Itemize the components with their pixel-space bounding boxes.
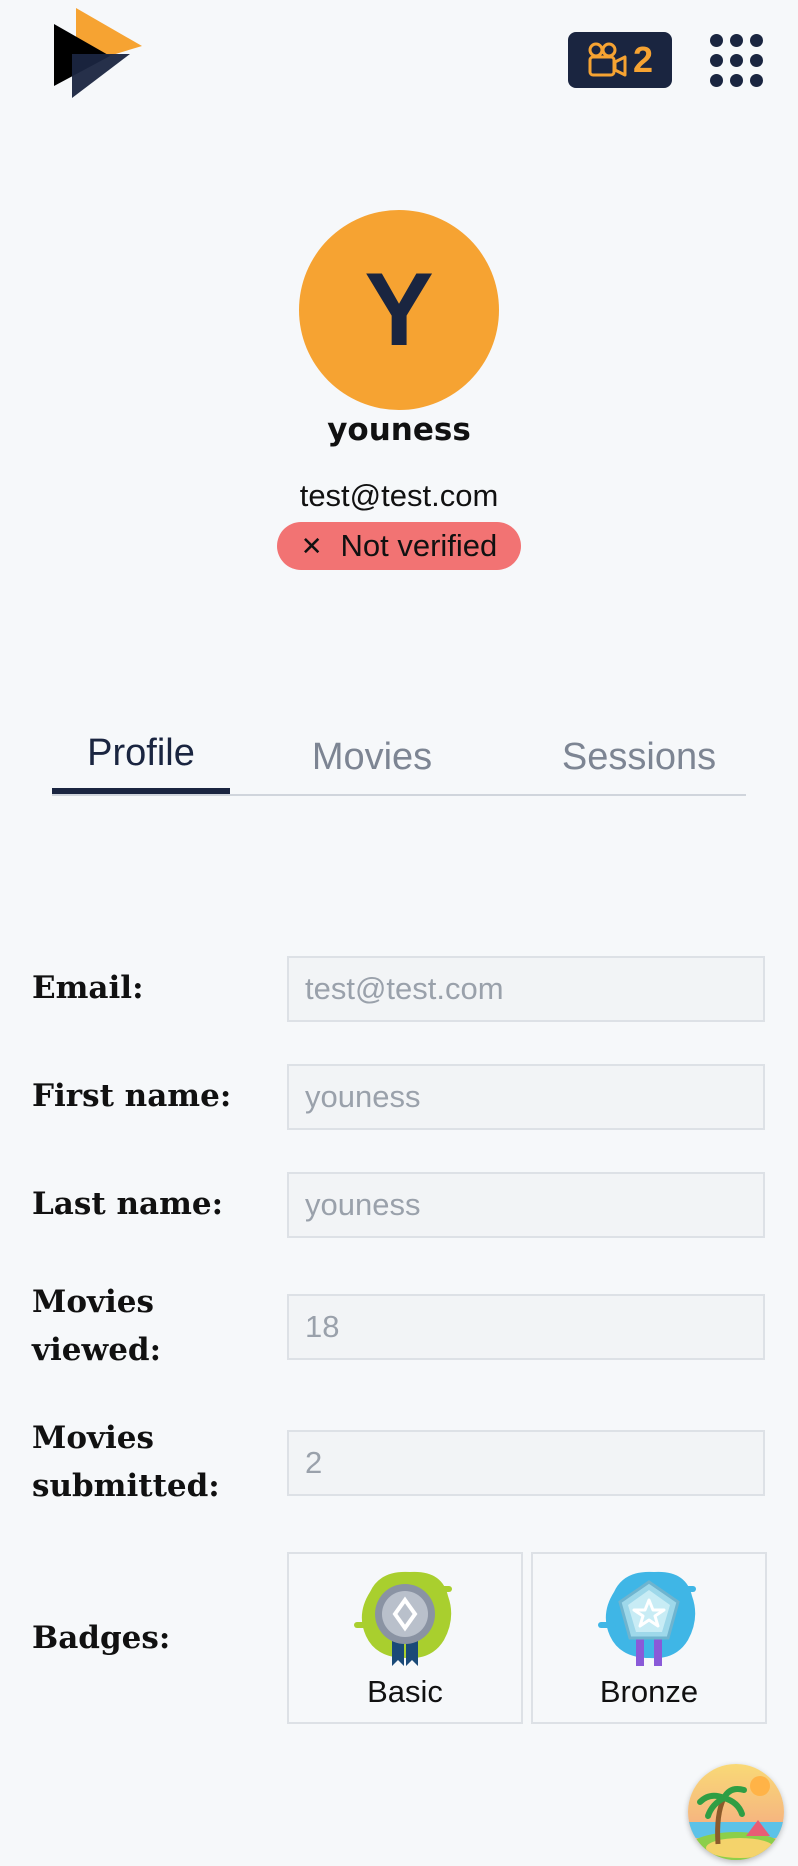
badge-name-bronze: Bronze bbox=[599, 1674, 699, 1709]
tab-movies[interactable]: Movies bbox=[282, 720, 462, 794]
badges-label: Badges: bbox=[32, 1620, 171, 1656]
verification-status-text: Not verified bbox=[340, 528, 498, 563]
email-label: Email: bbox=[32, 970, 144, 1006]
session-count: 2 bbox=[632, 39, 654, 80]
beach-theme-icon[interactable] bbox=[688, 1764, 784, 1860]
tab-profile[interactable]: Profile bbox=[52, 718, 230, 794]
avatar-initial: Y bbox=[364, 251, 434, 368]
badge-card-basic[interactable]: Basic bbox=[287, 1552, 523, 1724]
badge-card-bronze[interactable]: Bronze bbox=[531, 1552, 767, 1724]
movies-submitted-field[interactable]: 2 bbox=[287, 1430, 765, 1496]
email-field[interactable]: test@test.com bbox=[287, 956, 765, 1022]
movies-viewed-label-line1: Movies bbox=[32, 1284, 154, 1320]
app-header: 2 bbox=[0, 0, 798, 120]
avatar: Y bbox=[299, 210, 499, 410]
beach-icon bbox=[688, 1764, 784, 1860]
close-icon: ✕ bbox=[300, 530, 323, 561]
badge-name-basic: Basic bbox=[367, 1674, 443, 1709]
profile-email: test@test.com bbox=[299, 478, 499, 513]
sessions-counter-button[interactable]: 2 bbox=[568, 32, 672, 88]
profile-tabs: Profile Movies Sessions bbox=[52, 720, 746, 796]
movie-camera-icon bbox=[588, 42, 627, 77]
first-name-label: First name: bbox=[32, 1078, 232, 1114]
movies-viewed-label-line2: viewed: bbox=[32, 1332, 162, 1368]
profile-username: youness bbox=[327, 412, 471, 448]
movies-viewed-field[interactable]: 18 bbox=[287, 1294, 765, 1360]
last-name-label: Last name: bbox=[32, 1186, 224, 1222]
play-logo-icon[interactable] bbox=[50, 6, 142, 102]
movies-submitted-label-line2: submitted: bbox=[32, 1468, 220, 1504]
bronze-badge-icon bbox=[598, 1571, 696, 1666]
tab-sessions[interactable]: Sessions bbox=[532, 720, 746, 794]
movies-submitted-label-line1: Movies bbox=[32, 1420, 154, 1456]
last-name-field[interactable]: youness bbox=[287, 1172, 765, 1238]
apps-grid-icon[interactable] bbox=[708, 32, 764, 88]
verification-status-badge: ✕ Not verified bbox=[277, 522, 521, 570]
basic-badge-icon bbox=[354, 1571, 452, 1666]
movies-submitted-label: Movies submitted: bbox=[32, 1414, 220, 1510]
movies-viewed-label: Movies viewed: bbox=[32, 1278, 161, 1374]
first-name-field[interactable]: youness bbox=[287, 1064, 765, 1130]
